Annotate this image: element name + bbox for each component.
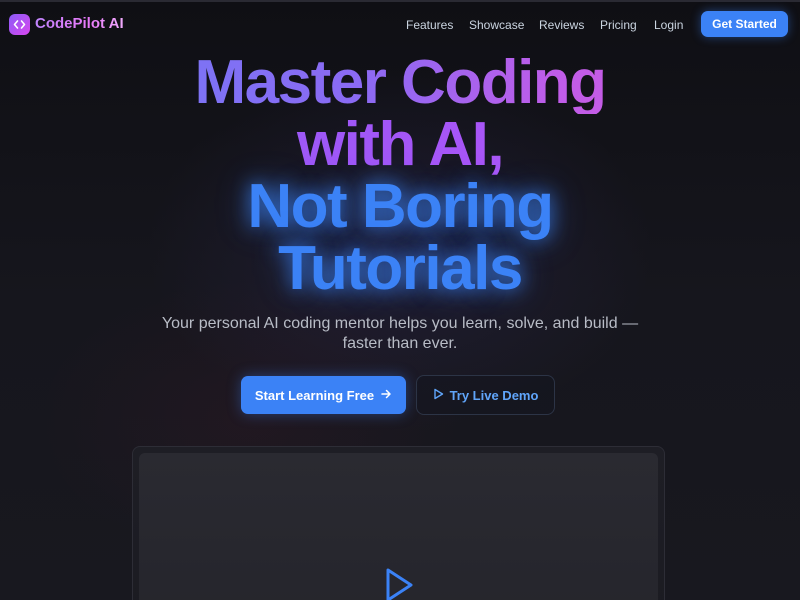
headline-line-1: Master Coding xyxy=(0,52,800,114)
hero-subtitle: Your personal AI coding mentor helps you… xyxy=(161,315,639,352)
landing-page: CodePilot AI Features Showcase Reviews P… xyxy=(0,0,800,600)
try-live-demo-label: Try Live Demo xyxy=(449,387,539,403)
nav-links: Features Showcase Reviews Pricing Login xyxy=(0,17,800,33)
nav-link-features[interactable]: Features xyxy=(406,17,453,33)
navbar: CodePilot AI Features Showcase Reviews P… xyxy=(0,0,800,48)
start-learning-label: Start Learning Free xyxy=(254,387,375,403)
headline-line-3: Not Boring xyxy=(247,172,554,241)
start-learning-button[interactable]: Start Learning Free xyxy=(241,376,406,414)
arrow-right-icon xyxy=(380,388,392,403)
nav-link-reviews[interactable]: Reviews xyxy=(539,17,584,33)
try-live-demo-button[interactable]: Try Live Demo xyxy=(416,375,555,415)
nav-link-pricing[interactable]: Pricing xyxy=(600,17,637,33)
nav-link-showcase[interactable]: Showcase xyxy=(469,17,524,33)
hero-headline: Master Coding with AI, Not Boring Tutori… xyxy=(0,52,800,300)
headline-line-4: Tutorials xyxy=(278,234,523,303)
headline-line-2: with AI, xyxy=(0,114,800,176)
get-started-button[interactable]: Get Started xyxy=(701,11,788,37)
play-icon[interactable] xyxy=(383,567,415,600)
nav-link-login[interactable]: Login xyxy=(654,17,683,33)
play-icon xyxy=(433,388,444,403)
